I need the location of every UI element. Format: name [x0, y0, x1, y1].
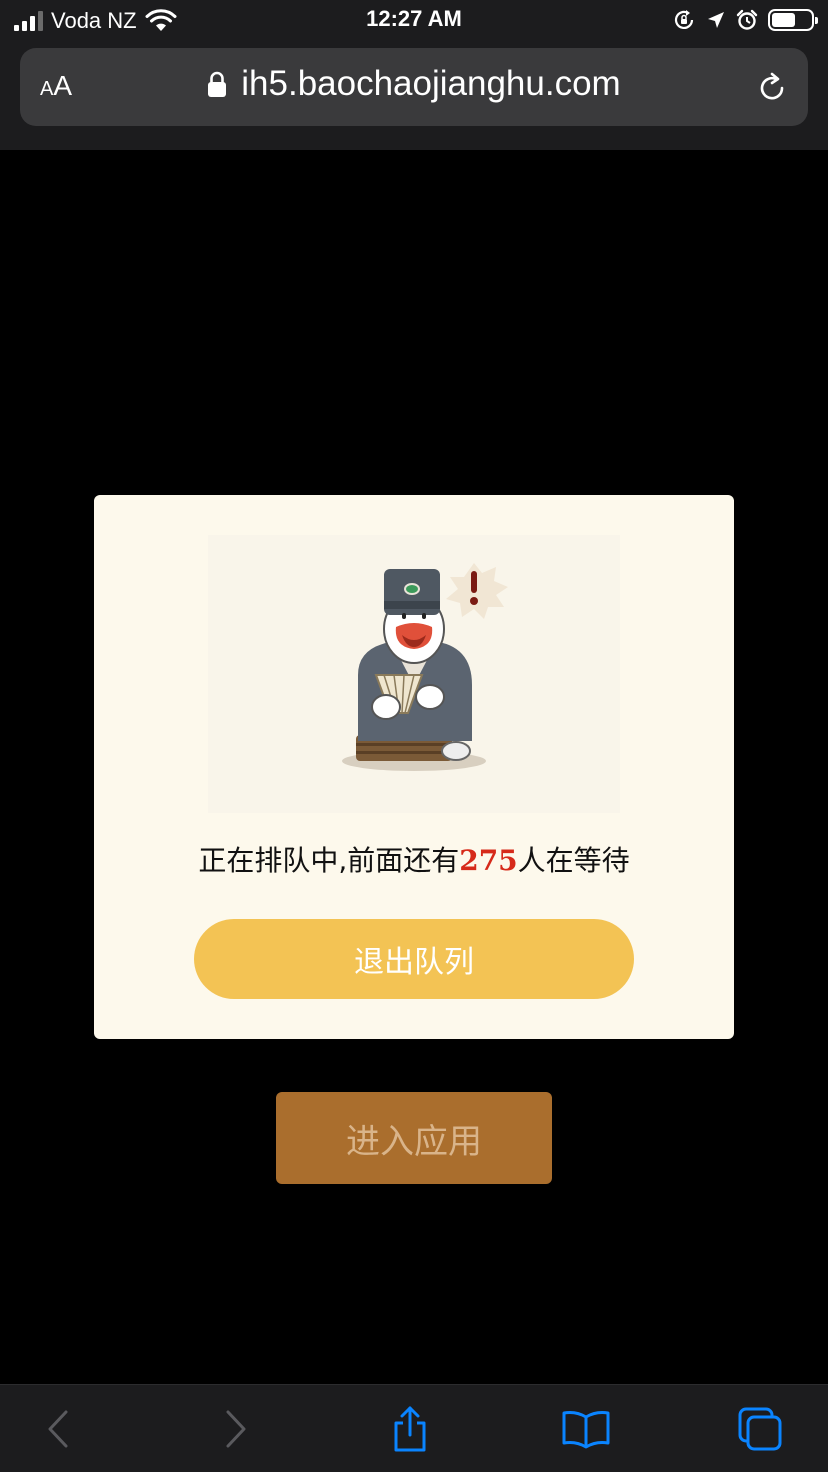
back-button[interactable]: [32, 1405, 84, 1453]
page-content: 正在排队中,前面还有275人在等待 退出队列 进入应用: [0, 150, 828, 1384]
queue-dialog: 正在排队中,前面还有275人在等待 退出队列: [94, 495, 734, 1039]
exit-queue-button[interactable]: 退出队列: [194, 919, 634, 999]
url-text: ih5.baochaojianghu.com: [241, 64, 621, 103]
tabs-icon: [738, 1407, 782, 1451]
chevron-right-icon: [226, 1410, 246, 1448]
queue-count: 275: [459, 844, 518, 877]
tabs-button[interactable]: [734, 1405, 786, 1453]
location-arrow-icon: [708, 12, 724, 28]
queue-mascot-illustration: [208, 535, 620, 813]
status-bar: Voda NZ 12:27 AM: [0, 0, 828, 44]
book-icon: [562, 1411, 610, 1449]
url-display[interactable]: ih5.baochaojianghu.com: [20, 64, 808, 104]
status-right: [672, 8, 818, 32]
address-bar[interactable]: AA ih5.baochaojianghu.com: [20, 48, 808, 126]
queue-prefix: 正在排队中,前面还有: [198, 844, 460, 877]
lock-icon: [208, 71, 227, 97]
queue-suffix: 人在等待: [517, 844, 630, 877]
queue-status-text: 正在排队中,前面还有275人在等待: [94, 839, 734, 879]
battery-icon: [768, 9, 818, 31]
alarm-icon: [736, 9, 758, 30]
share-icon: [394, 1406, 426, 1452]
orientation-lock-icon: [674, 10, 694, 29]
browser-toolbar-top: AA ih5.baochaojianghu.com: [0, 44, 828, 150]
bookmarks-button[interactable]: [560, 1405, 612, 1453]
battery-level: [772, 13, 795, 27]
enter-app-button[interactable]: 进入应用: [276, 1092, 552, 1184]
reload-icon[interactable]: [754, 70, 790, 106]
forward-button[interactable]: [210, 1405, 262, 1453]
share-button[interactable]: [384, 1405, 436, 1453]
chevron-left-icon: [48, 1410, 68, 1448]
browser-toolbar-bottom: [0, 1384, 828, 1472]
